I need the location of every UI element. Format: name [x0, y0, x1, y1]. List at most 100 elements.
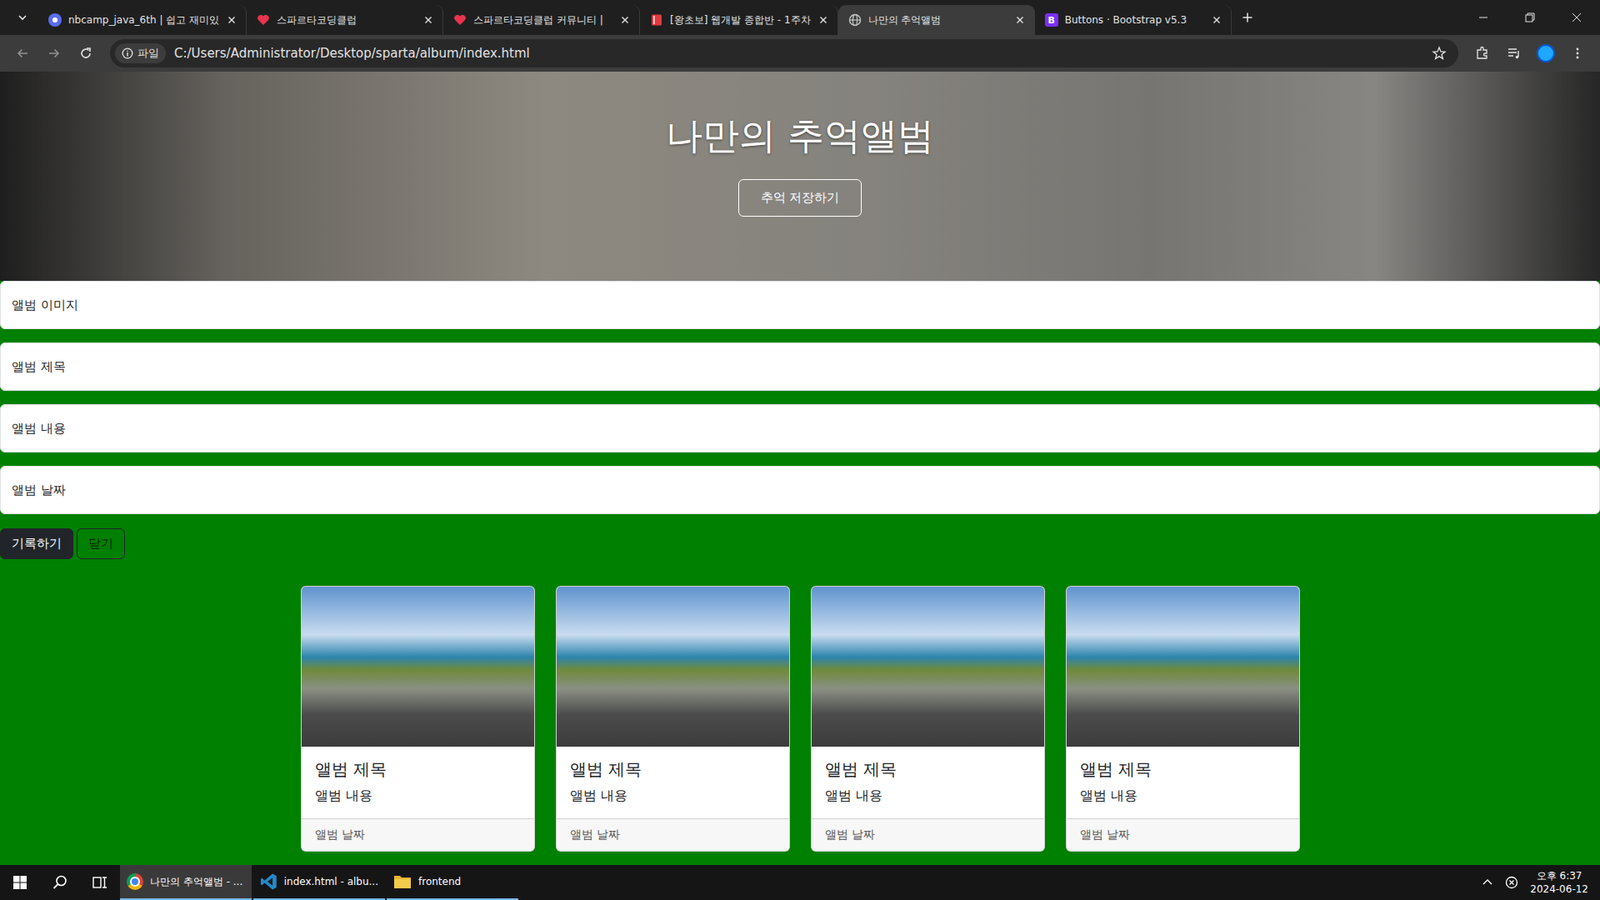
- taskbar-label: frontend: [418, 875, 461, 888]
- taskbar-item[interactable]: 나만의 추억앨범 - ...: [120, 865, 252, 900]
- info-icon: [121, 47, 134, 60]
- search-button[interactable]: [40, 865, 80, 900]
- browser-window: nbcamp_java_6th | 쉽고 재미있 스파르타코딩클럽 스파르타코딩클럽…: [0, 0, 1600, 900]
- chrome-icon: [126, 873, 144, 890]
- profile-button[interactable]: [1531, 39, 1560, 68]
- media-icon: [1506, 45, 1522, 61]
- close-icon[interactable]: [1014, 14, 1026, 26]
- field-label: 앨범 내용: [11, 420, 66, 437]
- album-form: 앨범 이미지앨범 제목앨범 내용앨범 날짜기록하기닫기: [0, 280, 1600, 560]
- folder-icon: [393, 872, 412, 891]
- album-card[interactable]: 앨범 제목앨범 내용앨범 날짜: [1065, 585, 1300, 852]
- taskbar-label: index.html - albu...: [284, 875, 379, 888]
- new-tab-button[interactable]: [1234, 4, 1261, 31]
- address-toolbar: 파일C:/Users/Administrator/Desktop/sparta/…: [0, 35, 1600, 72]
- reload-icon: [79, 46, 93, 60]
- browser-tab[interactable]: B Buttons · Bootstrap v5.3: [1035, 5, 1232, 35]
- minimize-button[interactable]: [1460, 0, 1507, 35]
- card-text: 앨범 내용: [825, 787, 1031, 805]
- chevron-down-icon: [17, 12, 28, 23]
- card-body: 앨범 제목앨범 내용: [301, 746, 535, 819]
- browser-tab[interactable]: 스파르타코딩클럽 커뮤니티 |: [443, 5, 640, 35]
- media-button[interactable]: [1500, 39, 1529, 68]
- restore-button[interactable]: [1506, 0, 1554, 35]
- form-field[interactable]: 앨범 내용: [0, 404, 1600, 453]
- heart-icon: [256, 13, 270, 27]
- forward-button[interactable]: [40, 39, 69, 68]
- browser-tab[interactable]: [왕초보] 웹개발 종합반 - 1주차: [640, 5, 839, 35]
- browser-tab[interactable]: 스파르타코딩클럽: [246, 5, 444, 35]
- restore-icon: [1525, 12, 1535, 23]
- reload-button[interactable]: [71, 39, 100, 68]
- form-button[interactable]: 닫기: [76, 528, 125, 560]
- tab-label: 스파르타코딩클럽 커뮤니티 |: [473, 13, 613, 28]
- field-label: 앨범 날짜: [11, 482, 66, 499]
- network-icon[interactable]: [1505, 875, 1519, 890]
- chevron-up-icon[interactable]: [1481, 876, 1494, 889]
- profile-avatar-icon: [1536, 44, 1555, 63]
- album-card[interactable]: 앨범 제목앨범 내용앨범 날짜: [810, 585, 1045, 852]
- close-icon[interactable]: [1210, 14, 1223, 26]
- back-button[interactable]: [8, 39, 37, 68]
- taskbar-item[interactable]: index.html - albu...: [253, 865, 385, 900]
- close-window-button[interactable]: [1553, 0, 1600, 35]
- album-card[interactable]: 앨범 제목앨범 내용앨범 날짜: [555, 585, 790, 852]
- start-button[interactable]: [0, 865, 40, 900]
- card-photo: [556, 586, 790, 747]
- menu-button[interactable]: [1563, 39, 1592, 68]
- chip-label: 파일: [137, 45, 160, 61]
- close-icon[interactable]: [619, 14, 631, 26]
- field-label: 앨범 이미지: [11, 297, 79, 314]
- card-text: 앨범 내용: [1080, 787, 1286, 805]
- page-title: 나만의 추억앨범: [665, 111, 935, 161]
- minimize-icon: [1478, 12, 1489, 23]
- form-field[interactable]: 앨범 제목: [0, 342, 1600, 391]
- browser-tab[interactable]: nbcamp_java_6th | 쉽고 재미있: [38, 5, 247, 35]
- save-memory-button[interactable]: 추억 저장하기: [738, 179, 863, 217]
- close-icon[interactable]: [422, 14, 435, 26]
- star-icon[interactable]: [1431, 45, 1447, 61]
- card-title: 앨범 제목: [1080, 758, 1286, 781]
- tab-label: Buttons · Bootstrap v5.3: [1065, 14, 1205, 26]
- more-icon: [1570, 46, 1585, 60]
- bootstrap-icon: B: [1045, 13, 1059, 27]
- book-icon: [650, 13, 664, 27]
- card-footer: 앨범 날짜: [1066, 818, 1300, 851]
- browser-tab[interactable]: 나만의 추억앨범: [838, 5, 1035, 35]
- album-card[interactable]: 앨범 제목앨범 내용앨범 날짜: [300, 585, 535, 852]
- arrow-right-icon: [47, 46, 61, 60]
- clock-date: 2024-06-12: [1530, 882, 1589, 896]
- album-cards: 앨범 제목앨범 내용앨범 날짜앨범 제목앨범 내용앨범 날짜앨범 제목앨범 내용…: [0, 559, 1600, 852]
- puzzle-icon: [1475, 45, 1490, 61]
- extensions-button[interactable]: [1468, 39, 1497, 68]
- close-window-icon: [1571, 12, 1582, 23]
- form-field[interactable]: 앨범 이미지: [0, 280, 1600, 330]
- site-info-chip[interactable]: 파일: [115, 43, 166, 64]
- close-icon[interactable]: [225, 14, 238, 26]
- card-footer: 앨범 날짜: [301, 818, 535, 851]
- card-photo: [1066, 586, 1300, 747]
- search-icon: [51, 874, 69, 891]
- card-body: 앨범 제목앨범 내용: [556, 746, 790, 819]
- system-tray: 오후 6:372024-06-12: [1475, 865, 1600, 900]
- form-buttons: 기록하기닫기: [0, 527, 1600, 560]
- clock[interactable]: 오후 6:372024-06-12: [1530, 869, 1589, 896]
- form-button[interactable]: 기록하기: [0, 528, 74, 560]
- card-title: 앨범 제목: [570, 758, 776, 781]
- task-view-button[interactable]: [80, 865, 120, 900]
- web-page: 나만의 추억앨범추억 저장하기앨범 이미지앨범 제목앨범 내용앨범 날짜기록하기…: [0, 71, 1600, 865]
- arrow-left-icon: [15, 46, 30, 60]
- card-title: 앨범 제목: [825, 758, 1031, 781]
- form-field[interactable]: 앨범 날짜: [0, 465, 1600, 515]
- address-bar[interactable]: 파일C:/Users/Administrator/Desktop/sparta/…: [110, 39, 1459, 68]
- card-body: 앨범 제목앨범 내용: [811, 746, 1045, 819]
- tab-label: nbcamp_java_6th | 쉽고 재미있: [68, 13, 220, 28]
- taskbar-label: 나만의 추억앨범 - ...: [150, 875, 243, 890]
- taskbar: 나만의 추억앨범 - ... index.html - albu... fronte…: [0, 865, 1600, 900]
- card-body: 앨범 제목앨범 내용: [1066, 746, 1300, 819]
- close-icon[interactable]: [817, 14, 830, 26]
- taskbar-item[interactable]: frontend: [386, 865, 519, 900]
- tab-search-button[interactable]: [9, 4, 36, 31]
- card-footer: 앨범 날짜: [556, 818, 790, 851]
- tab-label: [왕초보] 웹개발 종합반 - 1주차: [670, 13, 811, 28]
